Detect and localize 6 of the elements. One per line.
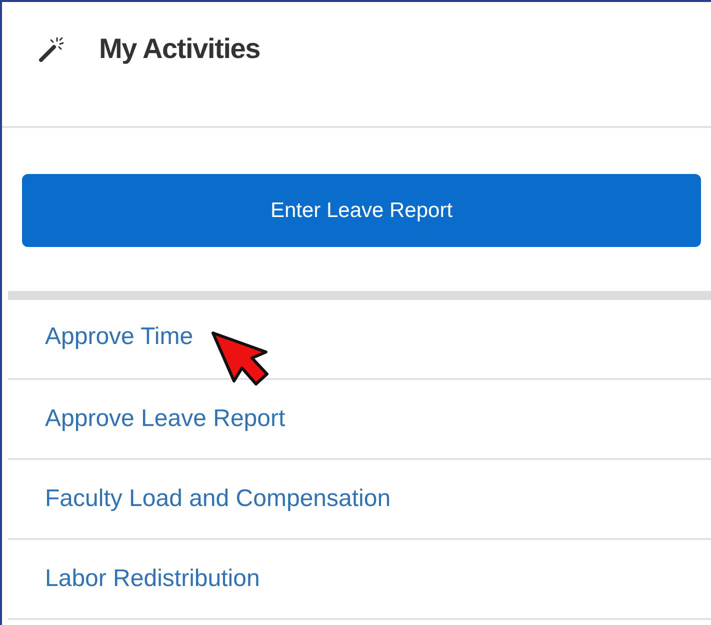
activity-link[interactable]: Faculty Load and Compensation	[45, 481, 391, 517]
panel-title: My Activities	[99, 32, 260, 66]
activity-link[interactable]: Labor Redistribution	[45, 561, 260, 597]
enter-leave-report-button[interactable]: Enter Leave Report	[22, 174, 701, 247]
activity-link[interactable]: Approve Leave Report	[45, 401, 286, 437]
activity-link[interactable]: Approve Time	[45, 319, 194, 355]
